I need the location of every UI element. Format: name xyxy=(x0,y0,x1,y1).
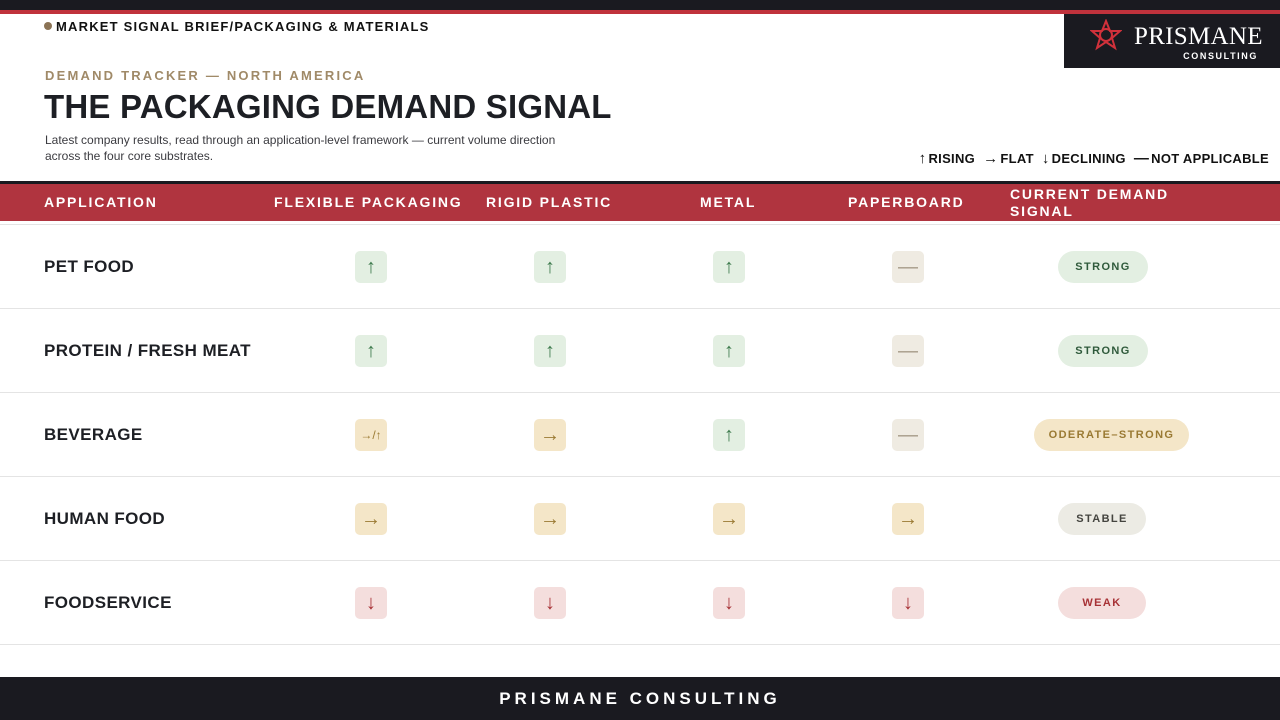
rising-arrow-icon: ↑ xyxy=(713,251,745,283)
rising-arrow-icon: ↑ xyxy=(355,335,387,367)
footer: PRISMANE CONSULTING xyxy=(0,677,1280,720)
logo-name: PRISMANE xyxy=(1134,23,1263,50)
rising-arrow-icon: ↑ xyxy=(534,251,566,283)
dash-icon: — xyxy=(1133,150,1150,167)
declining-arrow-icon: ↓ xyxy=(534,587,566,619)
legend-label: DECLINING xyxy=(1051,151,1126,166)
legend-label: NOT APPLICABLE xyxy=(1151,151,1269,166)
star-knot-logo-icon xyxy=(1090,19,1122,51)
demand-signal-badge: STRONG xyxy=(1058,251,1148,283)
row-label: PET FOOD xyxy=(44,257,135,276)
right-arrow-icon: → xyxy=(983,150,999,167)
declining-arrow-icon: ↓ xyxy=(892,587,924,619)
up-arrow-icon: ↑ xyxy=(918,150,927,167)
rising-arrow-icon: ↑ xyxy=(713,419,745,451)
logo-subtitle: CONSULTING xyxy=(1183,51,1258,61)
table-row-protein-fresh-meat: PROTEIN / FRESH MEAT ↑ ↑ ↑ — STRONG xyxy=(0,309,1280,393)
declining-arrow-icon: ↓ xyxy=(713,587,745,619)
column-header-application: APPLICATION xyxy=(44,194,158,210)
demand-signal-badge: ODERATE–STRONG xyxy=(1034,419,1189,451)
table-row-foodservice: FOODSERVICE ↓ ↓ ↓ ↓ WEAK xyxy=(0,561,1280,645)
flat-arrow-icon: → xyxy=(534,503,566,535)
not-applicable-dash-icon: — xyxy=(892,335,924,367)
not-applicable-dash-icon: — xyxy=(892,419,924,451)
declining-arrow-icon: ↓ xyxy=(355,587,387,619)
top-dark-bar xyxy=(0,0,1280,10)
row-label: HUMAN FOOD xyxy=(44,509,166,528)
table-header: APPLICATION FLEXIBLE PACKAGING RIGID PLA… xyxy=(0,184,1280,221)
demand-signal-badge: WEAK xyxy=(1058,587,1146,619)
legend-label: FLAT xyxy=(1000,151,1034,166)
legend-item-declining: ↓ DECLINING xyxy=(1042,150,1126,167)
rising-arrow-icon: ↑ xyxy=(713,335,745,367)
legend-item-not-applicable: — NOT APPLICABLE xyxy=(1134,150,1269,167)
page-title: THE PACKAGING DEMAND SIGNAL xyxy=(44,88,612,125)
table-row-pet-food: PET FOOD ↑ ↑ ↑ — STRONG xyxy=(0,225,1280,309)
column-header-paperboard: PAPERBOARD xyxy=(848,194,965,210)
not-applicable-dash-icon: — xyxy=(892,251,924,283)
demand-signal-badge: STABLE xyxy=(1058,503,1146,535)
kicker: DEMAND TRACKER — NORTH AMERICA xyxy=(45,68,366,83)
rising-arrow-icon: ↑ xyxy=(534,335,566,367)
row-label: FOODSERVICE xyxy=(44,593,172,612)
column-header-rigid-plastic: RIGID PLASTIC xyxy=(486,194,613,210)
row-label: PROTEIN / FRESH MEAT xyxy=(44,341,251,360)
page-subtitle: Latest company results, read through an … xyxy=(45,133,556,163)
flat-arrow-icon: → xyxy=(355,503,387,535)
down-arrow-icon: ↓ xyxy=(1041,150,1050,167)
table-row-beverage: BEVERAGE →/↑ → ↑ — ODERATE–STRONG xyxy=(0,393,1280,477)
flat-arrow-icon: → xyxy=(713,503,745,535)
table-row-human-food: HUMAN FOOD → → → → STABLE xyxy=(0,477,1280,561)
footer-brand: PRISMANE CONSULTING xyxy=(499,688,781,708)
demand-signal-badge: STRONG xyxy=(1058,335,1148,367)
column-header-current-demand-signal: CURRENT DEMAND SIGNAL xyxy=(1010,185,1169,219)
legend: ↑ RISING → FLAT ↓ DECLINING — NOT APPLIC… xyxy=(911,150,1269,167)
flat-arrow-icon: → xyxy=(892,503,924,535)
brief-label-text: MARKET SIGNAL BRIEF/PACKAGING & MATERIAL… xyxy=(56,18,430,34)
brand-logo: PRISMANE CONSULTING xyxy=(1064,14,1280,68)
rising-arrow-icon: ↑ xyxy=(355,251,387,283)
brief-label: MARKET SIGNAL BRIEF/PACKAGING & MATERIAL… xyxy=(44,18,429,34)
flat-arrow-icon: → xyxy=(534,419,566,451)
legend-item-rising: ↑ RISING xyxy=(919,150,975,167)
legend-label: RISING xyxy=(928,151,976,166)
bullet-dot-icon xyxy=(44,22,52,30)
column-header-metal: METAL xyxy=(700,194,757,210)
column-header-flexible-packaging: FLEXIBLE PACKAGING xyxy=(274,194,463,210)
flat-to-rising-arrow-icon: →/↑ xyxy=(355,419,387,451)
row-label: BEVERAGE xyxy=(44,425,143,444)
legend-item-flat: → FLAT xyxy=(983,150,1034,167)
